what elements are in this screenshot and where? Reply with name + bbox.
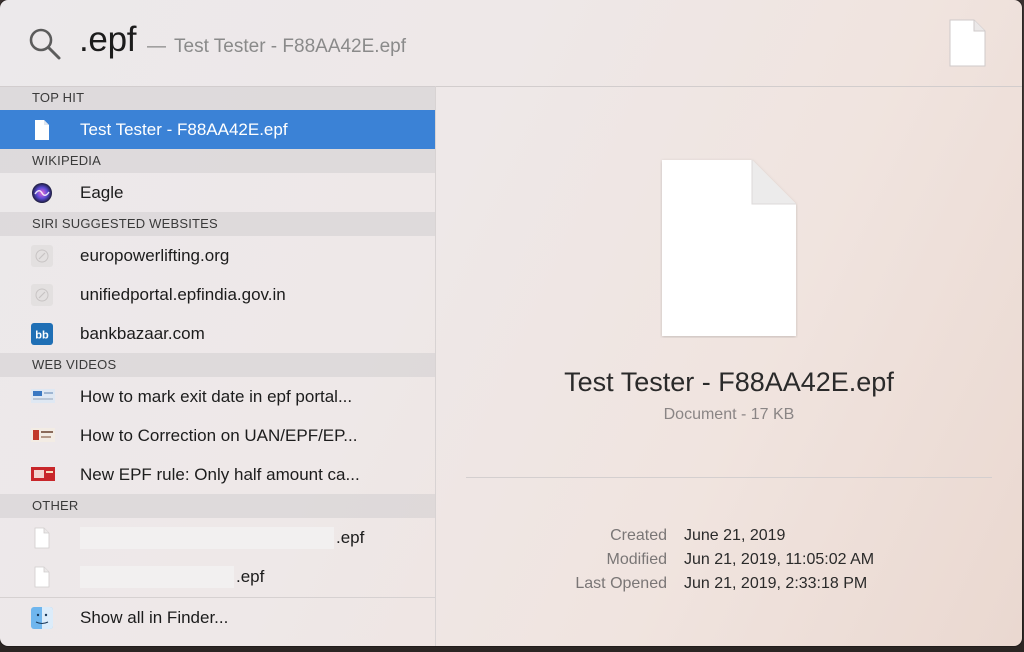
siri-icon — [32, 183, 52, 203]
meta-created-key: Created — [610, 527, 667, 544]
redacted-filename — [80, 566, 234, 588]
svg-text:bb: bb — [35, 330, 49, 342]
result-top-hit[interactable]: Test Tester - F88AA42E.epf — [0, 110, 435, 149]
result-other-2[interactable]: .epf — [0, 557, 435, 596]
section-label: SIRI SUGGESTED WEBSITES — [32, 216, 218, 231]
video-thumbnail-icon — [31, 428, 55, 442]
result-website-europowerlifting[interactable]: europowerlifting.org — [0, 236, 435, 275]
section-label: WIKIPEDIA — [32, 153, 101, 168]
search-query[interactable]: .epf — [79, 20, 136, 60]
finder-icon — [31, 607, 53, 629]
preview-title: Test Tester - F88AA42E.epf — [564, 367, 894, 397]
completion-dash: — — [147, 36, 166, 57]
result-website-bankbazaar[interactable]: bb bankbazaar.com — [0, 314, 435, 353]
meta-last-opened-value: Jun 21, 2019, 2:33:18 PM — [684, 575, 868, 592]
result-label: Test Tester - F88AA42E.epf — [80, 120, 288, 139]
result-video-2[interactable]: How to Correction on UAN/EPF/EP... — [0, 416, 435, 455]
preview-subtitle: Document - 17 KB — [663, 406, 795, 423]
document-icon — [949, 19, 986, 67]
section-header-siri: SIRI SUGGESTED WEBSITES — [0, 212, 435, 236]
bankbazaar-icon: bb — [31, 323, 53, 345]
search-icon — [29, 28, 61, 60]
result-label: Show all in Finder... — [80, 608, 229, 627]
redacted-filename — [80, 527, 334, 549]
result-label: How to Correction on UAN/EPF/EP... — [80, 426, 358, 445]
divider — [466, 477, 992, 478]
result-label: bankbazaar.com — [80, 324, 205, 343]
section-header-wikipedia: WIKIPEDIA — [0, 149, 435, 173]
document-preview-icon — [662, 160, 796, 336]
meta-last-opened-key: Last Opened — [575, 575, 667, 592]
section-label: WEB VIDEOS — [32, 357, 117, 372]
search-completion: — Test Tester - F88AA42E.epf — [147, 36, 406, 58]
safari-compass-icon — [31, 245, 53, 267]
result-label: How to mark exit date in epf portal... — [80, 387, 353, 406]
video-thumbnail-icon — [31, 467, 55, 481]
result-suffix: .epf — [336, 528, 365, 547]
section-label: TOP HIT — [32, 90, 85, 105]
result-label: New EPF rule: Only half amount ca... — [80, 465, 360, 484]
meta-created-value: June 21, 2019 — [684, 527, 786, 544]
result-video-3[interactable]: New EPF rule: Only half amount ca... — [0, 455, 435, 494]
result-video-1[interactable]: How to mark exit date in epf portal... — [0, 377, 435, 416]
document-icon — [34, 566, 50, 588]
preview-pane: Test Tester - F88AA42E.epf Document - 17… — [436, 86, 1022, 646]
search-bar[interactable]: .epf — Test Tester - F88AA42E.epf — [0, 0, 1022, 87]
document-icon — [35, 120, 49, 140]
result-label: europowerlifting.org — [80, 246, 230, 265]
video-thumbnail-icon — [31, 389, 55, 403]
section-header-web-videos: WEB VIDEOS — [0, 353, 435, 377]
section-header-top-hit: TOP HIT — [0, 86, 435, 110]
completion-text: Test Tester - F88AA42E.epf — [174, 36, 406, 57]
meta-modified-value: Jun 21, 2019, 11:05:02 AM — [684, 551, 875, 568]
results-list: TOP HIT Test Tester - F88AA42E.epf WIKIP… — [0, 86, 436, 646]
show-all-in-finder[interactable]: Show all in Finder... — [0, 598, 435, 637]
result-other-1[interactable]: .epf — [0, 518, 435, 557]
document-icon — [34, 527, 50, 549]
section-label: OTHER — [32, 498, 79, 513]
result-suffix: .epf — [236, 567, 265, 586]
spotlight-window: .epf — Test Tester - F88AA42E.epf TOP HIT… — [0, 0, 1022, 646]
result-wikipedia-eagle[interactable]: Eagle — [0, 173, 435, 212]
section-header-other: OTHER — [0, 494, 435, 518]
safari-compass-icon — [31, 284, 53, 306]
result-label: Eagle — [80, 183, 124, 202]
meta-modified-key: Modified — [606, 551, 667, 568]
result-label: unifiedportal.epfindia.gov.in — [80, 285, 286, 304]
result-website-epfindia[interactable]: unifiedportal.epfindia.gov.in — [0, 275, 435, 314]
